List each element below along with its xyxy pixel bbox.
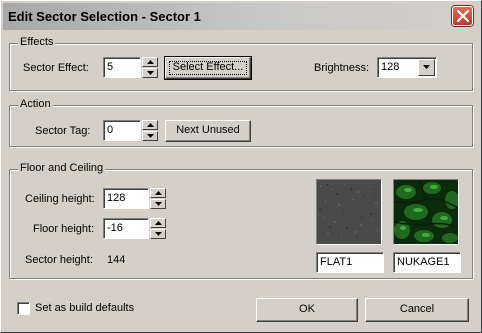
floor-height-down-button[interactable] [150,229,166,239]
sector-tag-spinner [142,120,158,141]
sector-tag-up-button[interactable] [142,120,158,130]
arrow-down-icon [155,202,162,206]
sector-effect-input[interactable]: 5 [103,57,141,78]
brightness-select[interactable]: 128 [377,57,437,78]
effects-group-label: Effects [18,36,56,48]
floor-texture-preview[interactable] [393,179,459,245]
sector-height-label: Sector height: [25,254,93,266]
ceiling-height-spinner [150,188,166,209]
floor-texture-name[interactable]: NUKAGE1 [393,252,461,273]
next-unused-button[interactable]: Next Unused [165,120,251,142]
sector-tag-down-button[interactable] [142,131,158,141]
flat1-texture-image [317,180,381,244]
floor-ceiling-group-label: Floor and Ceiling [18,162,106,174]
ceiling-height-up-button[interactable] [150,188,166,198]
sector-effect-label: Sector Effect: [23,62,89,74]
ceiling-height-label: Ceiling height: [25,193,95,205]
arrow-up-icon [147,60,154,64]
chevron-down-icon [423,65,430,69]
arrow-down-icon [147,134,154,138]
title-bar[interactable]: Edit Sector Selection - Sector 1 [3,3,479,30]
floor-height-label: Floor height: [33,223,95,235]
select-effect-button[interactable]: Select Effect... [164,56,252,80]
floor-height-up-button[interactable] [150,218,166,228]
build-defaults-checkbox[interactable] [17,302,30,315]
arrow-up-icon [155,191,162,195]
ok-button[interactable]: OK [256,298,358,322]
ceiling-texture-name[interactable]: FLAT1 [316,252,384,273]
nukage1-texture-image [394,180,458,244]
ceiling-texture-preview[interactable] [316,179,382,245]
sector-effect-down-button[interactable] [142,68,158,78]
sector-effect-up-button[interactable] [142,57,158,67]
select-effect-label: Select Effect... [172,61,244,73]
floor-height-input[interactable]: -16 [103,218,149,239]
floor-height-spinner [150,218,166,239]
sector-effect-spinner [142,57,158,78]
edit-sector-dialog: Edit Sector Selection - Sector 1 Effects… [0,0,482,333]
brightness-dropdown-button[interactable] [418,59,435,76]
dialog-title: Edit Sector Selection - Sector 1 [8,9,201,24]
ceiling-height-down-button[interactable] [150,199,166,209]
close-button[interactable] [452,6,473,26]
brightness-value: 128 [381,61,400,73]
cancel-button[interactable]: Cancel [365,298,469,322]
ceiling-height-input[interactable]: 128 [103,188,149,209]
arrow-up-icon [147,123,154,127]
arrow-up-icon [155,221,162,225]
sector-tag-label: Sector Tag: [35,125,91,137]
close-icon [457,10,469,22]
arrow-down-icon [147,71,154,75]
arrow-down-icon [155,232,162,236]
build-defaults-label[interactable]: Set as build defaults [35,302,134,314]
action-group-label: Action [18,98,53,110]
brightness-label: Brightness: [314,62,370,74]
sector-height-value: 144 [107,254,126,266]
sector-tag-input[interactable]: 0 [103,120,141,141]
